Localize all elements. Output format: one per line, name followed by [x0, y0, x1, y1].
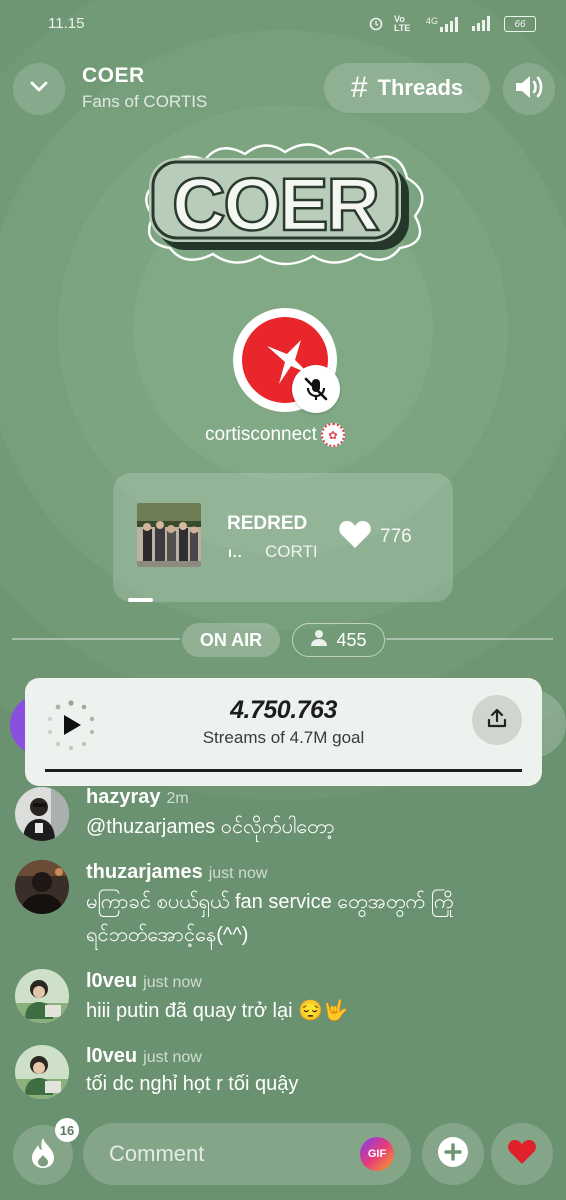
- threads-button[interactable]: # Threads: [324, 63, 490, 113]
- comment-time: just now: [143, 974, 202, 991]
- comment-time: just now: [208, 865, 268, 882]
- verified-badge-icon: ✿: [320, 423, 345, 447]
- comment-text: tối dc nghỉ họt r tối quậy: [86, 1073, 299, 1095]
- share-icon: [486, 707, 508, 734]
- comment-username[interactable]: hazyray: [86, 786, 161, 808]
- listener-count-button[interactable]: 455: [292, 623, 385, 657]
- collapse-button[interactable]: [13, 63, 65, 115]
- red-heart-icon: [507, 1138, 537, 1170]
- status-icons: Vo LTE 4G 66: [368, 14, 536, 34]
- comment-username[interactable]: thuzarjames: [86, 861, 203, 883]
- host-username-text: cortisconnect: [205, 424, 317, 445]
- send-heart-button[interactable]: [491, 1123, 553, 1185]
- comment-username[interactable]: l0veu: [86, 970, 137, 992]
- muted-mic-icon: [292, 365, 340, 413]
- battery-icon: 66: [504, 16, 536, 32]
- battery-level: 66: [514, 18, 526, 30]
- equalizer-icon: ı..: [228, 544, 243, 560]
- comment-header: hazyray 2m: [86, 786, 189, 809]
- comment-avatar[interactable]: [15, 1045, 69, 1099]
- status-bar: 11.15 Vo LTE 4G 66: [0, 0, 566, 46]
- like-count: 776: [380, 526, 412, 547]
- comment-avatar[interactable]: [15, 787, 69, 841]
- comment-header: thuzarjames just now: [86, 861, 267, 884]
- room-logo: COER: [135, 138, 435, 268]
- comment-text-line2: ရင်ဘတ်အောင့်နေ(^^): [86, 924, 249, 946]
- stream-count: 4.750.763: [230, 696, 337, 724]
- comment-header: l0veu just now: [86, 1045, 202, 1068]
- flame-icon: [30, 1137, 56, 1174]
- comment-time: 2m: [166, 790, 189, 807]
- chevron-down-icon: [29, 80, 49, 99]
- stream-goal-progress-bar: [45, 769, 522, 772]
- status-time: 11.15: [48, 15, 85, 32]
- network-type-label: 4G: [425, 16, 438, 26]
- divider-right: [386, 638, 553, 640]
- volte-label: Vo LTE: [393, 14, 411, 33]
- like-heart-icon[interactable]: [338, 519, 372, 554]
- signal-4g-icon: 4G: [426, 16, 462, 32]
- threads-label: Threads: [377, 75, 464, 100]
- share-button[interactable]: [472, 695, 522, 745]
- divider-left: [12, 638, 180, 640]
- song-title: REDRED: [227, 513, 308, 534]
- logo-text: COER: [172, 163, 378, 246]
- comment-avatar[interactable]: [15, 969, 69, 1023]
- comment-time: just now: [143, 1049, 202, 1066]
- signal-icon: [472, 15, 494, 34]
- speaker-button[interactable]: [503, 63, 555, 115]
- song-progress: [128, 598, 153, 602]
- comment-input[interactable]: [107, 1138, 351, 1170]
- song-cover-image: [137, 503, 201, 567]
- fire-count-badge: 16: [55, 1118, 79, 1142]
- person-icon: [310, 629, 328, 652]
- listener-count: 455: [336, 629, 367, 650]
- host-username[interactable]: cortisconnect ✿: [205, 423, 345, 447]
- comment-text: hiii putin đã quay trở lại 😔🤟: [86, 1000, 348, 1022]
- stream-goal-caption: Streams of 4.7M goal: [202, 728, 365, 747]
- hash-icon: #: [350, 71, 368, 104]
- gif-button[interactable]: GIF: [360, 1137, 394, 1171]
- speaker-icon: [514, 74, 544, 105]
- song-artist: CORTIS: [265, 542, 317, 561]
- comment-text: မကြာခင် စပယ်ရှယ် fan service တွေအတွက် ကြ…: [86, 891, 454, 913]
- room-title: COER: [82, 64, 145, 87]
- comment-avatar[interactable]: [15, 860, 69, 914]
- add-button[interactable]: [422, 1123, 484, 1185]
- room-subtitle: Fans of CORTIS: [82, 92, 208, 111]
- comment-header: l0veu just now: [86, 970, 202, 993]
- comment-text: @thuzarjames ဝင်လိုက်ပါတော့: [86, 816, 335, 838]
- comment-box[interactable]: GIF: [83, 1123, 411, 1185]
- on-air-badge: ON AIR: [182, 623, 280, 657]
- stream-goal-card[interactable]: 4.750.763 Streams of 4.7M goal: [25, 678, 542, 786]
- alarm-icon: [368, 15, 384, 34]
- comment-username[interactable]: l0veu: [86, 1045, 137, 1067]
- plus-circle-icon: [437, 1136, 469, 1173]
